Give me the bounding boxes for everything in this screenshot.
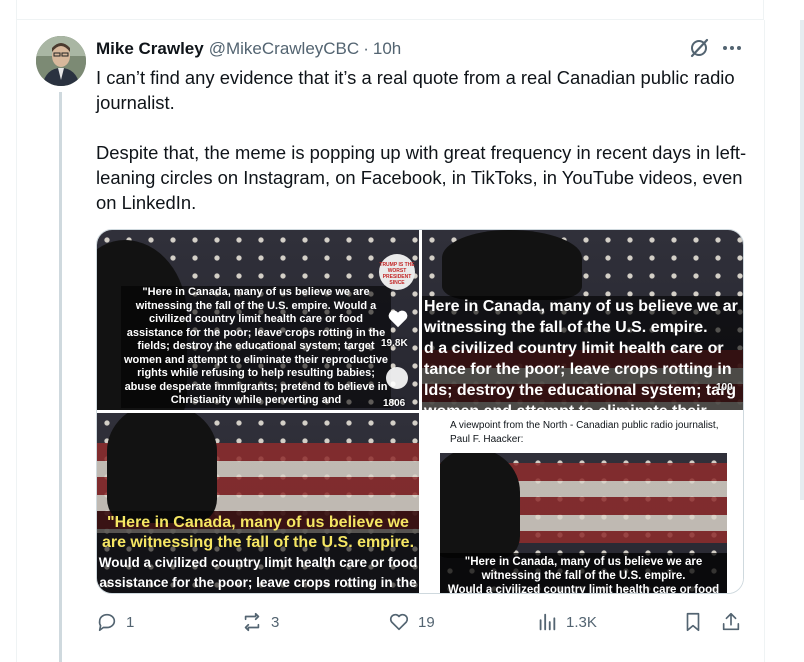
avatar[interactable] [36,36,86,86]
reply-icon [98,613,116,632]
image-like-count: 19.8K [381,338,408,349]
grok-icon[interactable] [688,37,710,59]
author-handle[interactable]: @MikeCrawleyCBC [209,39,359,59]
quote-line: assistance for the poor; leave crops rot… [99,575,417,590]
comment-bubble-icon [386,367,408,389]
bookmark-icon [686,612,700,632]
image-count: 100 [716,382,733,393]
image-caption: A viewpoint from the North - Canadian pu… [450,420,719,445]
quote-line: Here in Canada, many of us believe we ar [424,298,738,315]
quote-line: lds; destroy the educational system; tar… [424,382,737,399]
like-icon [389,613,409,631]
tweet-header: Mike Crawley @MikeCrawleyCBC · 10h [96,38,401,60]
media-grid: "Here in Canada, many of us believe we a… [96,229,744,594]
silhouette [440,453,520,558]
author-name[interactable]: Mike Crawley [96,39,204,59]
silhouette [107,413,217,523]
view-count: 1.3K [566,613,597,631]
image-quote: "Here in Canada, many of us believe we a… [121,286,391,408]
quote-line: "Here in Canada, many of us believe we a… [464,556,703,568]
quote-line: Would a civilized country limit health c… [98,555,418,570]
image-quote: "Here in Canada, many of us believe we a… [440,553,727,594]
timeline-border-right [764,20,765,662]
previous-tweet-card [16,0,764,20]
media-image-4[interactable]: A viewpoint from the North - Canadian pu… [422,413,743,594]
thread-line [59,92,62,662]
action-bar: 1 3 19 1.3K [96,608,748,636]
reply-count: 1 [126,613,135,631]
media-image-1[interactable]: "Here in Canada, many of us believe we a… [97,230,419,410]
views-button[interactable]: 1.3K [536,608,597,636]
tweet-paragraph: I can’t find any evidence that it’s a re… [96,67,735,113]
quote-line: Would a civilized country limit health c… [447,584,720,594]
share-icon [722,612,740,631]
tweet-paragraph: Despite that, the meme is popping up wit… [96,142,747,213]
timeline-border-left [16,20,17,662]
quote-line: d a civilized country limit health care … [424,340,724,357]
timestamp[interactable]: 10h [373,39,401,59]
badge: TRUMP IS THE WORST PRESIDENT SINCE [379,254,415,290]
separator: · [363,39,369,58]
inner-image: "Here in Canada, many of us believe we a… [440,453,727,594]
tweet-text: I can’t find any evidence that it’s a re… [96,65,756,240]
image-comment-count: 1806 [383,398,406,409]
scrollbar[interactable] [800,20,804,500]
image-quote: "Here in Canada, many of us believe we a… [97,511,419,593]
repost-button[interactable]: 3 [241,608,279,636]
quote-line: "Here in Canada, many of us believe we [107,514,409,531]
quote-line: women and attempt to eliminate their [424,401,743,410]
quote-line: witnessing the fall of the U.S. empire. [424,319,708,336]
image-quote: Here in Canada, many of us believe we ar… [422,296,743,410]
quote-line: are witnessing the fall of the U.S. empi… [101,534,415,551]
silhouette [442,230,582,300]
like-button[interactable]: 19 [388,608,435,636]
like-count: 19 [418,613,435,631]
repost-count: 3 [271,613,280,631]
views-icon [539,613,556,631]
reply-button[interactable]: 1 [96,608,134,636]
more-icon[interactable] [720,37,744,59]
media-image-2[interactable]: Here in Canada, many of us believe we ar… [422,230,743,410]
share-button[interactable] [720,608,742,636]
heart-icon [387,308,409,330]
quote-line: tance for the poor; leave crops rotting … [424,361,732,378]
media-image-3[interactable]: "Here in Canada, many of us believe we a… [97,413,419,593]
repost-icon [244,612,260,632]
bookmark-button[interactable] [682,608,704,636]
quote-line: witnessing the fall of the U.S. empire. [481,570,686,582]
